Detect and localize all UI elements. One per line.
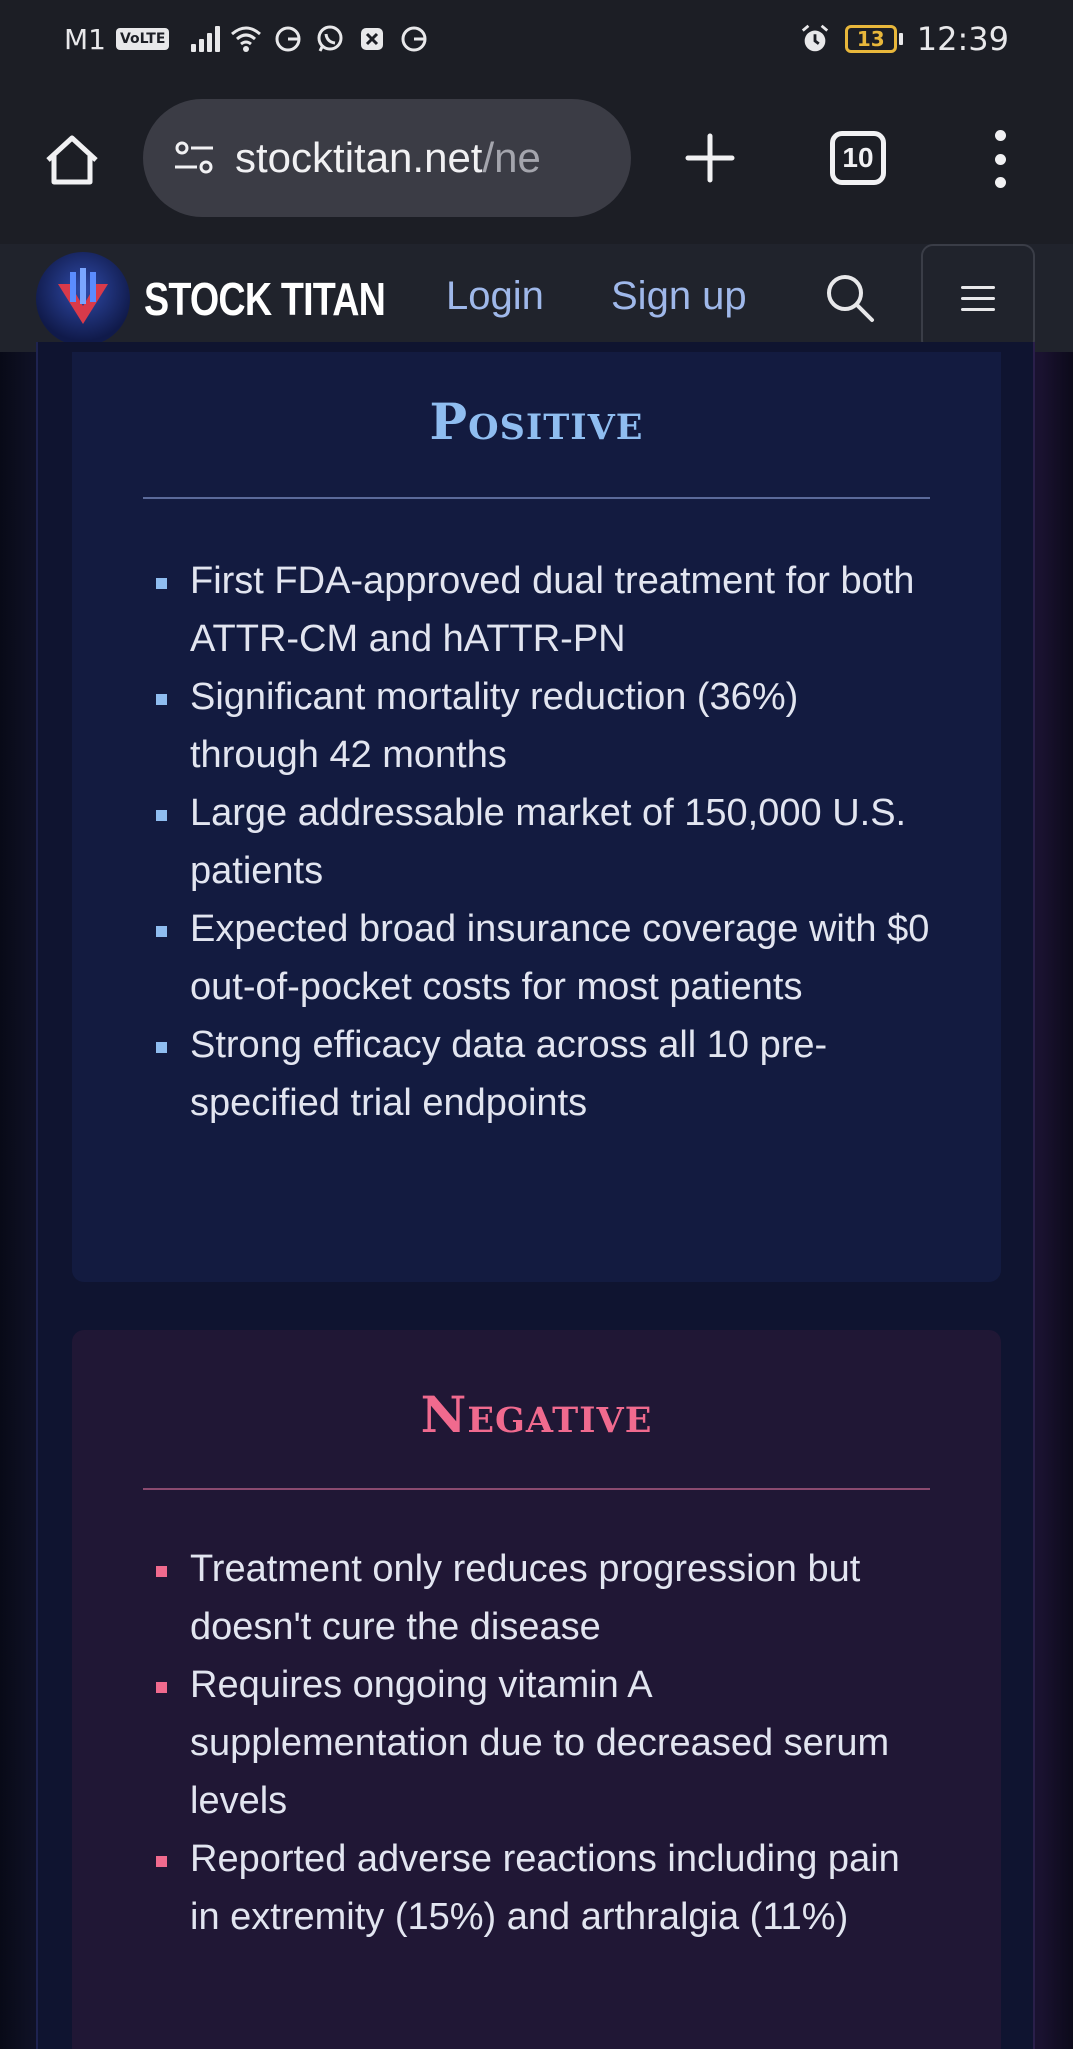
wifi-icon xyxy=(230,23,262,55)
browser-toolbar: stocktitan.net/ne 10 xyxy=(0,78,1073,244)
alarm-icon xyxy=(799,23,831,55)
signup-link[interactable]: Sign up xyxy=(611,274,747,319)
status-right: 13 12:39 xyxy=(799,18,1009,60)
tab-switcher-button[interactable]: 10 xyxy=(830,131,886,185)
g-icon xyxy=(272,23,304,55)
list-item: Large addressable market of 150,000 U.S.… xyxy=(156,784,936,900)
clock: 12:39 xyxy=(916,20,1009,58)
battery-icon: 13 xyxy=(844,25,903,53)
hamburger-menu-button[interactable] xyxy=(921,244,1035,352)
whatsapp-icon xyxy=(314,23,346,55)
g-icon xyxy=(398,23,430,55)
positive-divider xyxy=(143,497,930,499)
login-link[interactable]: Login xyxy=(446,274,544,319)
volte-badge: VoLTE xyxy=(115,28,170,50)
list-item: Strong efficacy data across all 10 pre-s… xyxy=(156,1016,936,1132)
positive-title: Positive xyxy=(429,392,644,451)
site-header: STOCK TITAN Login Sign up xyxy=(0,244,1073,352)
search-icon[interactable] xyxy=(820,268,880,328)
close-box-icon xyxy=(356,23,388,55)
status-bar: M1 VoLTE 13 12:39 xyxy=(0,0,1073,78)
list-item: Significant mortality reduction (36%) th… xyxy=(156,668,936,784)
url-text: stocktitan.net/ne xyxy=(235,134,541,182)
list-item: Reported adverse reactions including pai… xyxy=(156,1830,936,1946)
positive-list: First FDA-approved dual treatment for bo… xyxy=(156,552,936,1132)
brand-name[interactable]: STOCK TITAN xyxy=(144,272,386,326)
list-item: First FDA-approved dual treatment for bo… xyxy=(156,552,936,668)
site-settings-icon[interactable] xyxy=(171,135,217,181)
stock-titan-logo[interactable] xyxy=(36,252,130,346)
negative-divider xyxy=(143,1488,930,1490)
battery-level: 13 xyxy=(844,25,897,53)
list-item: Requires ongoing vitamin A supplementati… xyxy=(156,1656,936,1830)
list-item: Treatment only reduces progression but d… xyxy=(156,1540,936,1656)
browser-menu-button[interactable] xyxy=(985,130,1015,188)
status-left: M1 VoLTE xyxy=(64,18,430,60)
new-tab-button[interactable] xyxy=(680,128,740,188)
list-item: Expected broad insurance coverage with $… xyxy=(156,900,936,1016)
negative-list: Treatment only reduces progression but d… xyxy=(156,1540,936,1946)
url-domain: stocktitan.net xyxy=(235,134,483,181)
home-icon xyxy=(46,135,98,185)
positive-card: Positive First FDA-approved dual treatme… xyxy=(72,352,1001,1282)
negative-title: Negative xyxy=(420,1385,653,1444)
home-button[interactable] xyxy=(40,128,104,192)
logo-icon xyxy=(58,268,108,324)
negative-card: Negative Treatment only reduces progress… xyxy=(72,1330,1001,2049)
tab-count: 10 xyxy=(842,142,874,173)
signal-icon xyxy=(191,26,221,52)
url-path: /ne xyxy=(482,134,541,181)
carrier-label: M1 xyxy=(64,22,106,56)
url-bar[interactable]: stocktitan.net/ne xyxy=(143,99,631,217)
